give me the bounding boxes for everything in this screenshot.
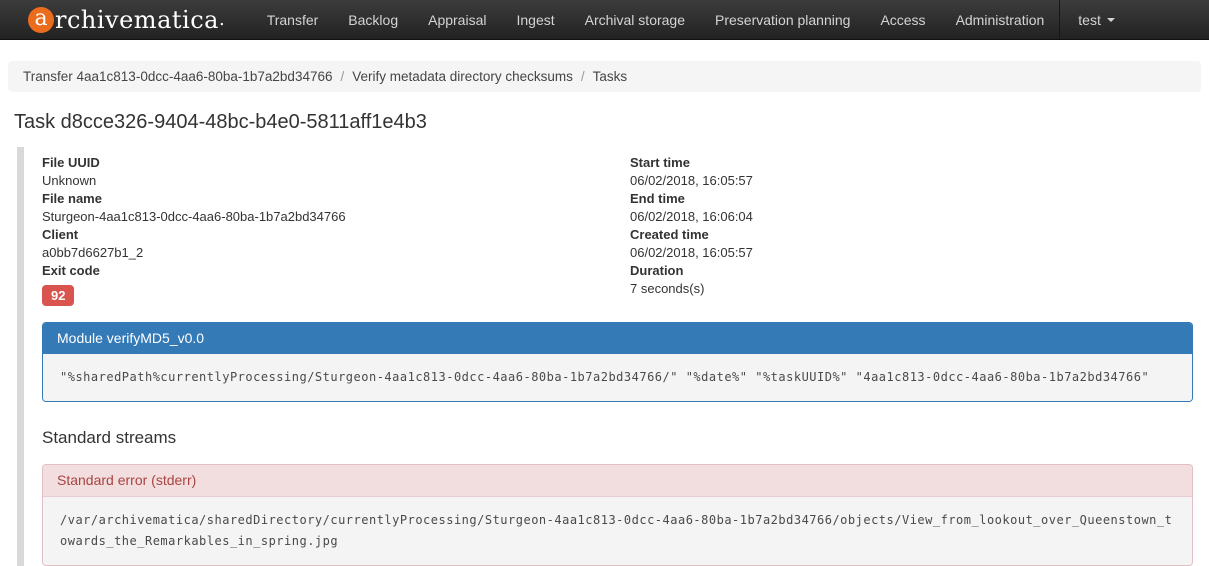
field-value-end-time: 06/02/2018, 16:06:04 [630,208,1193,226]
field-label-start-time: Start time [630,154,1193,172]
field-value-client: a0bb7d6627b1_2 [42,244,630,262]
module-panel-heading: Module verifyMD5_v0.0 [43,323,1192,354]
field-label-file-uuid: File UUID [42,154,630,172]
exit-code-badge: 92 [42,285,74,306]
field-label-end-time: End time [630,190,1193,208]
nav-item-appraisal[interactable]: Appraisal [413,0,501,39]
user-menu-label: test [1078,12,1101,28]
logo-dot: . [219,9,225,30]
field-value-created-time: 06/02/2018, 16:05:57 [630,244,1193,262]
task-fields-left-column: File UUID Unknown File name Sturgeon-4aa… [42,154,630,306]
user-menu-dropdown[interactable]: test [1060,0,1130,39]
field-value-duration: 7 seconds(s) [630,280,1193,298]
field-value-file-uuid: Unknown [42,172,630,190]
nav-item-transfer[interactable]: Transfer [252,0,334,39]
breadcrumb-separator: / [573,69,593,84]
task-fields-right-column: Start time 06/02/2018, 16:05:57 End time… [630,154,1193,306]
stderr-panel-heading: Standard error (stderr) [43,465,1192,497]
nav-item-access[interactable]: Access [865,0,940,39]
archivematica-logo[interactable]: archivematica. [28,0,225,39]
main-nav: Transfer Backlog Appraisal Ingest Archiv… [252,0,1130,39]
field-label-created-time: Created time [630,226,1193,244]
stderr-panel: Standard error (stderr) /var/archivemati… [42,464,1193,566]
top-navbar: archivematica. Transfer Backlog Appraisa… [0,0,1209,40]
breadcrumb-job[interactable]: Verify metadata directory checksums [352,69,573,84]
field-value-start-time: 06/02/2018, 16:05:57 [630,172,1193,190]
field-label-file-name: File name [42,190,630,208]
page-title: Task d8cce326-9404-48bc-b4e0-5811aff1e4b… [14,111,1209,134]
field-label-exit-code: Exit code [42,262,630,280]
breadcrumb: Transfer 4aa1c813-0dcc-4aa6-80ba-1b7a2bd… [8,61,1201,92]
nav-item-backlog[interactable]: Backlog [333,0,413,39]
standard-streams-heading: Standard streams [42,428,1193,448]
field-label-client: Client [42,226,630,244]
breadcrumb-separator: / [332,69,352,84]
task-detail-section: File UUID Unknown File name Sturgeon-4aa… [17,147,1193,566]
logo-text: rchivematica [55,6,219,34]
field-value-file-name: Sturgeon-4aa1c813-0dcc-4aa6-80ba-1b7a2bd… [42,208,630,226]
breadcrumb-tasks: Tasks [593,69,628,84]
caret-down-icon [1107,18,1115,22]
nav-item-archival-storage[interactable]: Archival storage [570,0,700,39]
task-fields: File UUID Unknown File name Sturgeon-4aa… [42,154,1193,306]
logo-a-icon: a [28,7,54,33]
nav-item-ingest[interactable]: Ingest [501,0,569,39]
stderr-output: /var/archivematica/sharedDirectory/curre… [43,497,1192,565]
nav-item-administration[interactable]: Administration [941,0,1060,39]
breadcrumb-transfer[interactable]: Transfer 4aa1c813-0dcc-4aa6-80ba-1b7a2bd… [23,69,332,84]
module-panel: Module verifyMD5_v0.0 "%sharedPath%curre… [42,322,1193,402]
field-label-duration: Duration [630,262,1193,280]
module-command-output: "%sharedPath%currentlyProcessing/Sturgeo… [43,354,1192,401]
nav-item-preservation-planning[interactable]: Preservation planning [700,0,865,39]
